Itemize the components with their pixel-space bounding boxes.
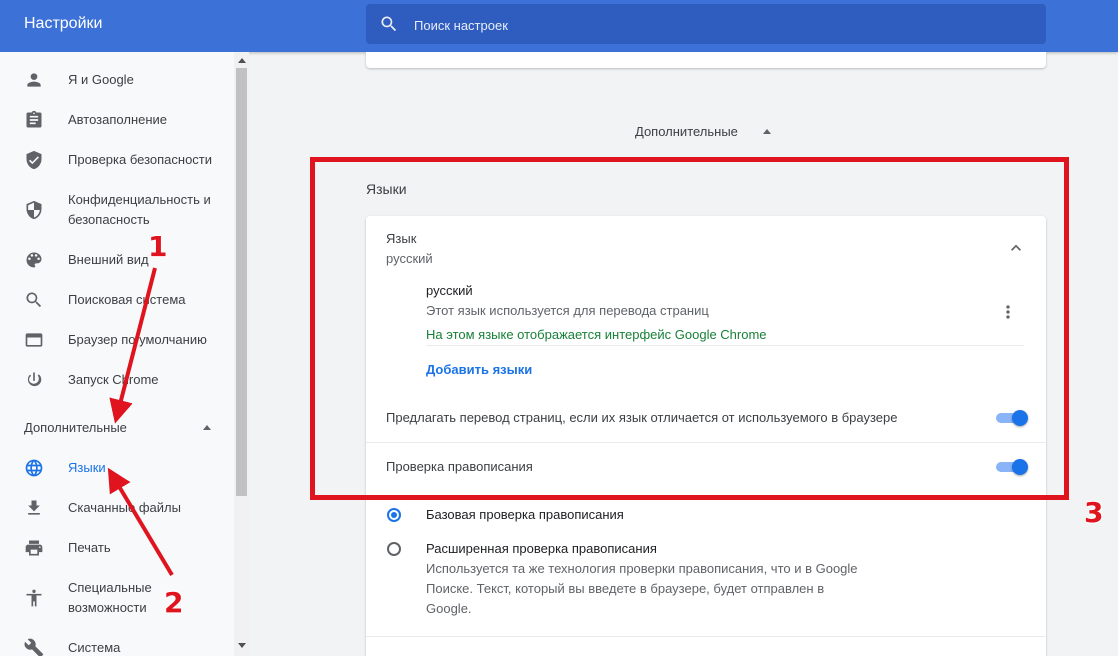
chevron-up-icon[interactable] [1006,238,1026,258]
chevron-up-icon [203,425,211,430]
language-entry-desc: Этот язык используется для перевода стра… [426,303,709,318]
language-title: Язык [386,231,417,246]
language-value: русский [386,251,433,266]
sidebar-item-privacy[interactable]: Конфиденциальность и безопасность [0,190,234,230]
palette-icon [26,252,42,268]
sidebar-item-label: Печать [68,540,111,555]
advanced-section-title[interactable]: Дополнительные [635,124,738,139]
toggle-knob [1012,410,1028,426]
divider [426,345,1024,346]
annotation-number-1: 1 [148,230,168,263]
sidebar-item-label: Я и Google [68,72,134,87]
shield-icon [26,200,42,220]
sidebar-item-accessibility[interactable]: Специальные возможности [0,578,234,618]
divider [366,442,1046,443]
language-entry-name: русский [426,283,473,298]
spell-enhanced-desc-line3: Google. [426,601,472,616]
power-icon [27,372,42,387]
shield-check-icon [26,150,42,170]
wrench-icon [24,638,44,656]
languages-card: Язык русский русский Этот язык используе… [366,216,1046,656]
spell-basic-radio[interactable] [387,508,401,522]
person-icon [27,73,41,87]
language-row[interactable]: Язык русский [366,216,1046,272]
sidebar-item-label: Браузер по умолчанию [68,332,207,347]
spell-enhanced-desc-line2: Поиске. Текст, который вы введете в брау… [426,581,825,596]
sidebar-item-label: Скачанные файлы [68,500,181,515]
top-bar: Настройки [0,0,1118,52]
sidebar-item-label: Языки [68,460,106,475]
search-box[interactable] [366,4,1046,46]
scroll-thumb[interactable] [236,68,247,496]
more-vert-icon[interactable] [998,302,1018,322]
sidebar: Я и Google Автозаполнение Проверка безоп… [0,52,234,656]
search-icon [26,292,42,308]
sidebar-item-label: Специальные [68,580,152,595]
sidebar-item-label-line2: безопасность [68,212,150,227]
sidebar-scrollbar[interactable] [234,52,249,656]
sidebar-item-label: Внешний вид [68,252,149,267]
print-icon [25,540,43,556]
search-icon [381,16,397,32]
translate-offer-toggle[interactable] [994,410,1028,426]
accessibility-icon [26,589,42,607]
annotation-number-2: 2 [164,586,184,619]
translate-offer-label: Предлагать перевод страниц, если их язык… [386,410,898,425]
sidebar-item-label: Конфиденциальность и [68,192,211,207]
sidebar-item-label: Запуск Chrome [68,372,159,387]
scroll-down-arrow-icon[interactable] [238,643,246,648]
globe-icon [25,459,43,477]
chevron-up-icon[interactable] [763,129,771,134]
previous-card-bottom [366,52,1046,68]
download-icon [28,500,40,515]
sidebar-item-label: Автозаполнение [68,112,168,127]
language-entry-ui-note: На этом языке отображается интерфейс Goo… [426,327,767,342]
clipboard-icon [26,110,42,128]
sidebar-advanced-label: Дополнительные [24,420,127,435]
spell-enhanced-radio[interactable] [387,542,401,556]
spellcheck-toggle[interactable] [994,459,1028,475]
spell-enhanced-desc-line1: Используется та же технология проверки п… [426,561,858,576]
spell-basic-label[interactable]: Базовая проверка правописания [426,507,624,522]
search-input[interactable] [412,4,1016,46]
scroll-up-arrow-icon[interactable] [238,58,246,63]
toggle-knob [1012,459,1028,475]
app-title: Настройки [24,15,103,32]
sidebar-item-label: Система [68,640,121,655]
languages-section-title: Языки [366,181,407,197]
browser-icon [25,333,43,347]
sidebar-item-label: Поисковая система [68,292,186,307]
spellcheck-label: Проверка правописания [386,459,533,474]
annotation-number-3: 3 [1084,496,1104,529]
divider [366,636,1046,637]
sidebar-advanced-toggle[interactable]: Дополнительные [24,420,127,435]
sidebar-item-label: Проверка безопасности [68,152,213,167]
sidebar-item-label-line2: возможности [68,600,147,615]
spell-enhanced-label[interactable]: Расширенная проверка правописания [426,541,657,556]
add-languages-link[interactable]: Добавить языки [426,362,532,377]
